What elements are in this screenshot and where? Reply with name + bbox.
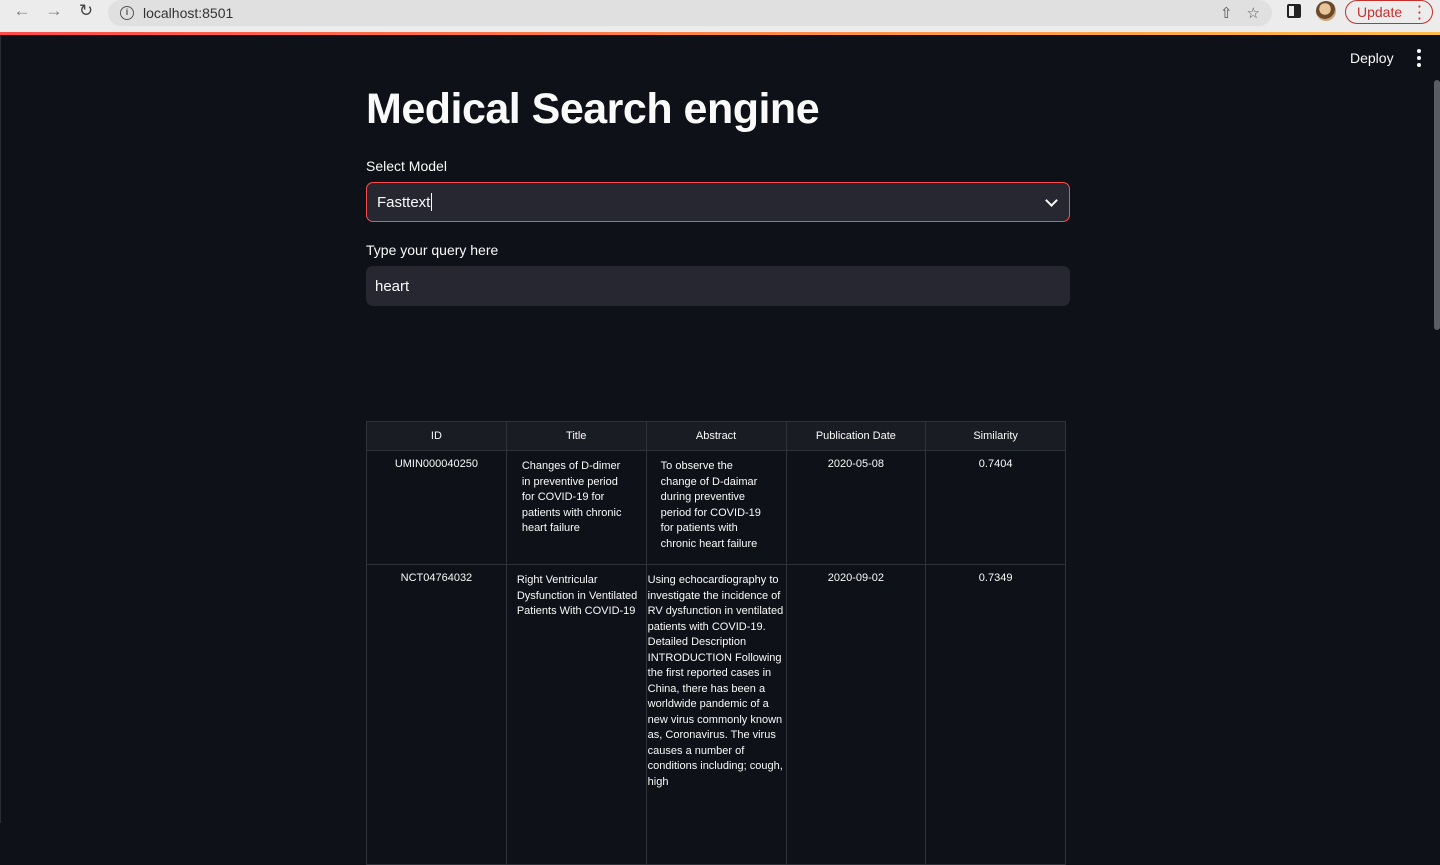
cell-title: Changes of D-dimer in preventive period … [505, 450, 647, 565]
back-icon[interactable]: ← [11, 0, 33, 22]
cell-abstract: To observe the change of D-daimar during… [645, 450, 787, 565]
page-title: Medical Search engine [366, 85, 820, 133]
bookmark-star-icon[interactable]: ☆ [1247, 4, 1260, 22]
main-menu-icon[interactable] [1416, 49, 1422, 67]
cell-publication-date: 2020-09-02 [785, 564, 927, 865]
query-input-value: heart [375, 277, 410, 295]
table-header-row: ID Title Abstract Publication Date Simil… [366, 421, 1066, 451]
update-button[interactable]: Update · · · [1345, 0, 1433, 25]
chevron-down-icon[interactable] [1045, 194, 1058, 207]
scrollbar[interactable] [1434, 80, 1440, 330]
side-panel-icon[interactable] [1287, 4, 1301, 18]
profile-avatar[interactable] [1316, 1, 1336, 21]
table-row: UMIN000040250 Changes of D-dimer in prev… [366, 450, 1066, 565]
column-header-id[interactable]: ID [366, 421, 507, 451]
query-input-label: Type your query here [366, 242, 499, 258]
cell-similarity: 0.7404 [925, 450, 1066, 565]
cell-id: NCT04764032 [366, 564, 507, 865]
cell-similarity: 0.7349 [925, 564, 1066, 865]
reload-icon[interactable]: ↻ [75, 0, 97, 22]
column-header-abstract[interactable]: Abstract [645, 421, 787, 451]
cell-publication-date: 2020-05-08 [785, 450, 927, 565]
share-icon[interactable]: ⇧ [1220, 4, 1233, 22]
address-bar[interactable]: i localhost:8501 ⇧ ☆ [108, 0, 1272, 26]
site-info-icon[interactable]: i [120, 6, 134, 20]
chrome-menu-icon[interactable]: · · · [1418, 0, 1422, 25]
deploy-button[interactable]: Deploy [1350, 50, 1394, 66]
column-header-publication-date[interactable]: Publication Date [785, 421, 927, 451]
query-input[interactable]: heart [366, 266, 1070, 306]
column-header-title[interactable]: Title [505, 421, 647, 451]
model-select[interactable]: Fasttext [366, 182, 1070, 222]
forward-icon[interactable]: → [43, 0, 65, 22]
url-text: localhost:8501 [143, 5, 234, 21]
table-row: NCT04764032 Right Ventricular Dysfunctio… [366, 564, 1066, 865]
cell-title: Right Ventricular Dysfunction in Ventila… [505, 564, 647, 865]
app-view: Deploy Medical Search engine Select Mode… [0, 35, 1440, 865]
browser-toolbar: ← → ↻ i localhost:8501 ⇧ ☆ Update · · · [0, 0, 1440, 32]
model-select-label: Select Model [366, 158, 447, 174]
results-table: ID Title Abstract Publication Date Simil… [366, 421, 1066, 865]
model-select-value: Fasttext [377, 193, 431, 211]
cell-id: UMIN000040250 [366, 450, 507, 565]
column-header-similarity[interactable]: Similarity [925, 421, 1066, 451]
cell-abstract: Using echocardiography to investigate th… [645, 564, 787, 865]
update-button-label: Update [1357, 4, 1403, 20]
text-cursor [431, 193, 433, 211]
